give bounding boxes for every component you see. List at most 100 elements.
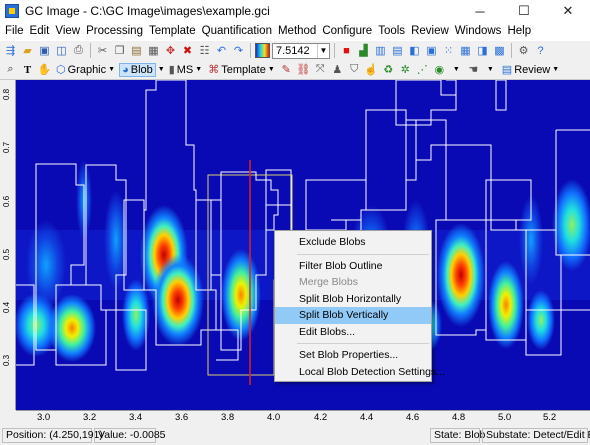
menu-item-local-blob-detection[interactable]: Local Blob Detection Settings... [275, 364, 445, 381]
toolbar-separator [511, 43, 512, 58]
menu-tools[interactable]: Tools [375, 25, 408, 37]
template-mode-button[interactable]: ⌘ Template ▼ [206, 63, 277, 77]
matrix-icon[interactable]: ▦ [458, 43, 473, 58]
menu-processing[interactable]: Processing [83, 25, 146, 37]
chevron-down-icon: ▼ [552, 66, 560, 73]
ms-mode-button[interactable]: ▮ MS ▼ [167, 63, 205, 77]
x-tick-label: 3.8 [221, 412, 235, 423]
menu-bar: File Edit View Processing Template Quant… [0, 22, 590, 40]
pan-icon[interactable]: ✋ [37, 62, 52, 77]
toolbar-separator [334, 43, 335, 58]
menu-item-filter-blob-outline[interactable]: Filter Blob Outline [275, 258, 431, 275]
settings-icon[interactable]: ⚙ [516, 43, 531, 58]
x-tick-label: 3.2 [83, 412, 97, 423]
scatter-icon[interactable]: ⁙ [441, 43, 456, 58]
table-icon[interactable]: ▤ [390, 43, 405, 58]
chart-icon[interactable]: ▟ [356, 43, 371, 58]
open-folder-icon[interactable]: ▰ [20, 43, 35, 58]
toolbar-separator [250, 43, 251, 58]
menu-item-split-horizontally[interactable]: Split Blob Horizontally [275, 291, 431, 308]
stamp-icon[interactable]: ⛉ [347, 62, 362, 77]
blob-mode-button[interactable]: ◕ Blob [119, 62, 156, 77]
delete-icon[interactable]: ✖ [180, 43, 195, 58]
menu-file[interactable]: File [2, 25, 27, 37]
cursor-icon[interactable]: ☝ [364, 62, 379, 77]
zoom-icon[interactable]: ⌕ [3, 62, 18, 77]
menu-item-split-vertically[interactable]: Split Blob Vertically [275, 307, 431, 324]
ms-icon: ▮ [168, 64, 175, 76]
status-substate: Substate: Detect/Edit Blob [482, 427, 590, 443]
transform-icon[interactable]: ⤧ [313, 62, 328, 77]
text-tool-icon[interactable]: T [20, 62, 35, 77]
blob-label: Blob [130, 63, 153, 76]
menu-template[interactable]: Template [146, 25, 199, 37]
print-icon[interactable]: ⎙ [71, 43, 86, 58]
export-icon[interactable]: ▩ [492, 43, 507, 58]
save-all-icon[interactable]: ◫ [54, 43, 69, 58]
maximize-button[interactable]: ☐ [502, 0, 546, 22]
x-tick-label: 5.0 [498, 412, 512, 423]
menu-help[interactable]: Help [504, 25, 534, 37]
histogram-icon[interactable]: ▥ [373, 43, 388, 58]
link-icon[interactable]: ⛓ [296, 62, 311, 77]
menu-review[interactable]: Review [408, 25, 452, 37]
x-tick-label: 3.6 [175, 412, 189, 423]
chevron-down-icon[interactable]: ▼ [317, 43, 329, 58]
x-tick-label: 3.0 [37, 412, 51, 423]
close-button[interactable]: ✕ [546, 0, 590, 22]
user-icon[interactable]: ♟ [330, 62, 345, 77]
x-tick-label: 4.4 [360, 412, 374, 423]
hand-icon[interactable]: ☚ [466, 62, 481, 77]
x-tick-label: 4.6 [406, 412, 420, 423]
menu-item-edit-blobs[interactable]: Edit Blobs... [275, 324, 431, 341]
status-state: State: Blob [430, 427, 485, 443]
minimize-button[interactable]: ─ [458, 0, 502, 22]
peak [437, 223, 485, 327]
menu-windows[interactable]: Windows [452, 25, 505, 37]
zoom-combo[interactable]: 7.5142 ▼ [272, 42, 330, 59]
menu-item-set-blob-properties[interactable]: Set Blob Properties... [275, 347, 431, 364]
colormap-icon[interactable] [255, 43, 270, 58]
menu-edit[interactable]: Edit [27, 25, 53, 37]
pipette-icon[interactable]: ✎ [279, 62, 294, 77]
cut-icon[interactable]: ✂ [95, 43, 110, 58]
move-icon[interactable]: ✥ [163, 43, 178, 58]
report-icon[interactable]: ▣ [424, 43, 439, 58]
menu-item-merge-blobs[interactable]: Merge Blobs [275, 274, 431, 291]
chevron-down-icon[interactable]: ▼ [158, 66, 165, 73]
app-logo-icon [5, 4, 19, 18]
y-tick-label: 0.6 [2, 195, 11, 207]
x-tick-label: 3.4 [129, 412, 143, 423]
blob-detect-icon[interactable]: ✲ [398, 62, 413, 77]
recycle-icon[interactable]: ♻ [381, 62, 396, 77]
compare-icon[interactable]: ◨ [475, 43, 490, 58]
title-bar[interactable]: GC Image - C:\GC Image\images\example.gc… [0, 0, 590, 22]
x-tick-label: 4.2 [314, 412, 328, 423]
review-icon: ▤ [501, 64, 513, 76]
toolbar-separator [90, 43, 91, 58]
menu-item-exclude-blobs[interactable]: Exclude Blobs [275, 234, 431, 251]
undo-icon[interactable]: ↶ [214, 43, 229, 58]
target-icon[interactable]: ◉ [432, 62, 447, 77]
y-axis: 0.8 0.7 0.6 0.5 0.4 0.3 [0, 80, 16, 410]
paste-icon[interactable]: ▤ [129, 43, 144, 58]
grid-icon[interactable]: ▦ [146, 43, 161, 58]
menu-configure[interactable]: Configure [319, 25, 375, 37]
menu-method[interactable]: Method [275, 25, 319, 37]
graphic-mode-button[interactable]: ⬡ Graphic ▼ [54, 63, 117, 77]
review-mode-button[interactable]: ▤ Review ▼ [500, 63, 561, 77]
copy-icon[interactable]: ❐ [112, 43, 127, 58]
graph-icon[interactable]: ⋰ [415, 62, 430, 77]
chevron-down-icon[interactable]: ▼ [483, 62, 498, 77]
redo-icon[interactable]: ↷ [231, 43, 246, 58]
blob-table-icon[interactable]: ◧ [407, 43, 422, 58]
stop-icon[interactable]: ■ [339, 43, 354, 58]
help-icon[interactable]: ? [533, 43, 548, 58]
import-icon[interactable]: ⇶ [3, 43, 18, 58]
save-icon[interactable]: ▣ [37, 43, 52, 58]
graphic-label: Graphic [67, 63, 107, 76]
properties-icon[interactable]: ☷ [197, 43, 212, 58]
menu-view[interactable]: View [52, 25, 83, 37]
menu-quantification[interactable]: Quantification [199, 25, 275, 37]
chevron-down-icon[interactable]: ▼ [449, 62, 464, 77]
